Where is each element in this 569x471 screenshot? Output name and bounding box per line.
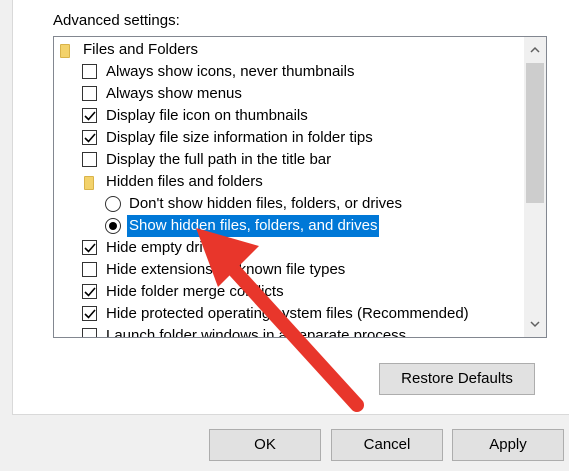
folder-icon bbox=[84, 176, 94, 190]
radio-dot-icon bbox=[109, 222, 117, 230]
chevron-up-icon[interactable] bbox=[524, 39, 546, 61]
checkmark-icon bbox=[84, 287, 96, 297]
checkmark-icon bbox=[84, 243, 96, 253]
checkbox-always-show-menus[interactable] bbox=[82, 86, 97, 101]
checkbox-display-file-size[interactable] bbox=[82, 130, 97, 145]
chevron-down-icon[interactable] bbox=[524, 313, 546, 335]
checkbox-hide-protected-files[interactable] bbox=[82, 306, 97, 321]
checkbox-display-full-path[interactable] bbox=[82, 152, 97, 167]
radio-show-hidden[interactable] bbox=[105, 218, 121, 234]
scroll-thumb[interactable] bbox=[526, 63, 544, 203]
checkbox-hide-merge-conflicts[interactable] bbox=[82, 284, 97, 299]
cancel-button[interactable]: Cancel bbox=[331, 429, 443, 461]
checkbox-launch-separate-process[interactable] bbox=[82, 328, 97, 337]
apply-button[interactable]: Apply bbox=[452, 429, 564, 461]
checkbox-display-file-icon[interactable] bbox=[82, 108, 97, 123]
checkmark-icon bbox=[84, 133, 96, 143]
restore-defaults-button[interactable]: Restore Defaults bbox=[379, 363, 535, 395]
folder-icon bbox=[60, 44, 70, 58]
checkbox-hide-extensions[interactable] bbox=[82, 262, 97, 277]
checkmark-icon bbox=[84, 309, 96, 319]
radio-dont-show-hidden[interactable] bbox=[105, 196, 121, 212]
tree-scrollbar[interactable] bbox=[524, 37, 546, 337]
advanced-settings-panel: Advanced settings: Files and Folders Alw… bbox=[12, 0, 569, 415]
ok-button[interactable]: OK bbox=[209, 429, 321, 461]
advanced-settings-label: Advanced settings: bbox=[53, 12, 180, 29]
advanced-settings-tree[interactable]: Files and Folders Always show icons, nev… bbox=[53, 36, 547, 338]
checkmark-icon bbox=[84, 111, 96, 121]
checkbox-hide-empty-drives[interactable] bbox=[82, 240, 97, 255]
checkbox-always-show-icons[interactable] bbox=[82, 64, 97, 79]
